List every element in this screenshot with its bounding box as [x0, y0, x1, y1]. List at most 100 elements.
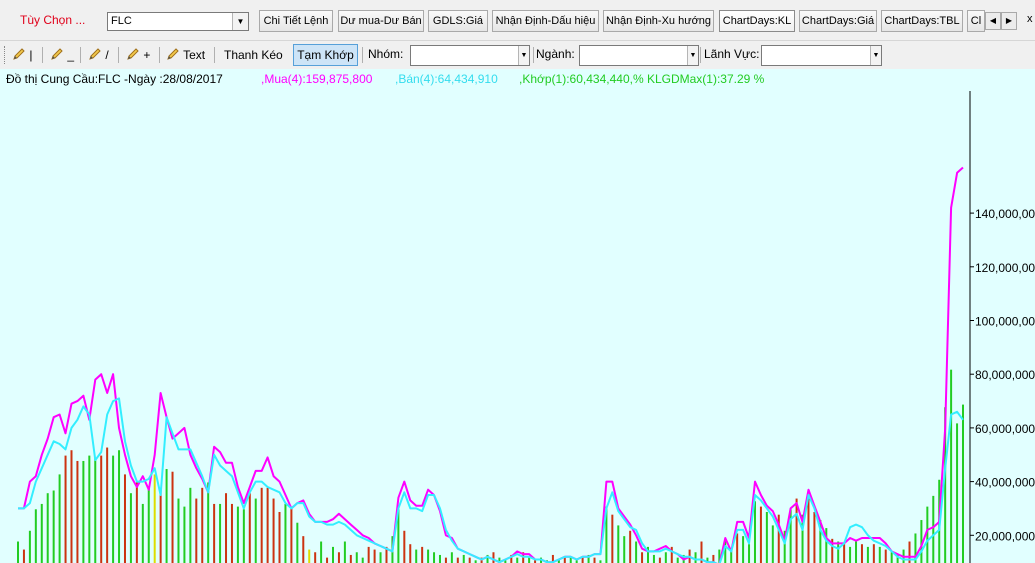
tab-0[interactable]: Chi Tiết Lệnh: [259, 10, 333, 32]
volume-bar: [177, 498, 180, 563]
tab-6[interactable]: ChartDays:Giá: [799, 10, 877, 32]
volume-bar: [64, 455, 67, 563]
sector-label: Ngành:: [536, 47, 575, 61]
tab-8[interactable]: Cl: [967, 10, 985, 32]
volume-bar: [28, 530, 31, 563]
separator: [159, 47, 160, 63]
volume-bar: [629, 530, 632, 563]
drawing-toolbar: | _ / + Text Thanh Kéo Tạm Khớp Nhóm: ▼: [0, 41, 1035, 69]
volume-bar: [652, 554, 655, 563]
chevron-down-icon[interactable]: ▼: [870, 46, 881, 65]
drag-tool[interactable]: Thanh Kéo: [224, 45, 283, 65]
volume-bar: [813, 511, 816, 563]
pause-match-button[interactable]: Tạm Khớp: [293, 44, 358, 66]
volume-bar: [403, 530, 406, 563]
tab-4[interactable]: Nhận Định-Xu hướng: [603, 10, 714, 32]
tab-2[interactable]: GDLS:Giá: [428, 10, 488, 32]
volume-bar: [355, 552, 358, 563]
volume-bar: [343, 541, 346, 563]
separator: [362, 47, 363, 63]
volume-bar: [926, 506, 929, 563]
options-menu[interactable]: Tùy Chọn ...: [20, 13, 85, 27]
volume-bar: [563, 557, 566, 563]
volume-bar: [765, 511, 768, 563]
volume-bar: [438, 554, 441, 563]
app-window: Tùy Chọn ... FLC ▼ Chi Tiết Lệnh Dư mua-D…: [0, 0, 1035, 563]
volume-bar: [670, 546, 673, 563]
volume-bar: [771, 525, 774, 563]
volume-bar: [421, 546, 424, 563]
volume-bar: [373, 549, 376, 563]
volume-bar: [884, 549, 887, 563]
volume-bar: [433, 552, 436, 563]
sector-select[interactable]: ▼: [579, 45, 699, 66]
pencil-icon: [51, 48, 63, 60]
volume-bar: [118, 450, 121, 563]
scroll-right-icon[interactable]: ▶: [1001, 12, 1017, 30]
volume-bar: [849, 546, 852, 563]
toolbar-grip-icon: [4, 46, 7, 64]
tab-3[interactable]: Nhận Định-Dấu hiệu: [492, 10, 599, 32]
symbol-combo[interactable]: FLC ▼: [107, 12, 249, 31]
volume-bar: [462, 554, 465, 563]
scroll-left-icon[interactable]: ◀: [985, 12, 1001, 30]
tab-1[interactable]: Dư mua-Dư Bán: [338, 10, 424, 32]
volume-bar: [866, 546, 869, 563]
volume-bar: [593, 557, 596, 563]
volume-bar: [207, 482, 210, 563]
y-tick-label: 40,000,000: [975, 476, 1035, 490]
pencil-icon: [89, 48, 101, 60]
volume-bar: [82, 460, 85, 563]
volume-bar: [468, 557, 471, 563]
separator: [533, 47, 534, 63]
volume-bar: [219, 503, 222, 563]
volume-bar: [94, 458, 97, 563]
volume-bar: [106, 447, 109, 563]
field-select[interactable]: ▼: [761, 45, 882, 66]
chevron-down-icon[interactable]: ▼: [518, 46, 529, 65]
group-select[interactable]: ▼: [410, 45, 530, 66]
y-tick-label: 120,000,000: [975, 261, 1035, 275]
volume-bar: [409, 544, 412, 563]
volume-bar: [492, 552, 495, 563]
volume-bar: [932, 495, 935, 563]
volume-bar: [581, 557, 584, 563]
volume-bar: [516, 557, 519, 563]
main-toolbar: Tùy Chọn ... FLC ▼ Chi Tiết Lệnh Dư mua-D…: [0, 0, 1035, 40]
volume-bar: [962, 404, 964, 563]
chart-plot: 20,000,000 40,000,000 60,000,000 80,000,000…: [17, 91, 1035, 563]
volume-bar: [694, 552, 697, 563]
volume-bar: [641, 552, 644, 563]
volume-bar: [623, 536, 626, 563]
volume-bar: [153, 474, 156, 563]
chevron-down-icon[interactable]: ▼: [232, 13, 248, 30]
chevron-down-icon[interactable]: ▼: [687, 46, 698, 65]
volume-bar: [753, 501, 756, 563]
supply-demand-chart: 20,000,000 40,000,000 60,000,000 80,000,000…: [0, 69, 1035, 563]
volume-bar: [123, 474, 126, 563]
volume-bar: [135, 482, 138, 563]
volume-bar: [742, 536, 745, 563]
volume-bar: [843, 544, 846, 563]
close-button[interactable]: x: [1027, 13, 1033, 25]
volume-bar: [171, 471, 174, 563]
volume-bar: [664, 552, 667, 563]
tab-5[interactable]: ChartDays:KL: [719, 10, 795, 32]
separator: [42, 47, 43, 63]
volume-bar: [872, 544, 875, 563]
pen-diagonal-tool[interactable]: /: [88, 45, 109, 65]
separator: [80, 47, 81, 63]
pen-cross-tool[interactable]: +: [126, 45, 150, 65]
pen-vertical-tool[interactable]: |: [12, 45, 32, 65]
volume-bar: [129, 493, 132, 563]
volume-bar: [260, 487, 263, 563]
volume-bar: [314, 552, 317, 563]
text-tool[interactable]: Text: [166, 45, 205, 65]
volume-bar: [230, 503, 233, 563]
tab-7[interactable]: ChartDays:TBL: [881, 10, 963, 32]
volume-bar: [40, 503, 43, 563]
volume-bar: [165, 469, 168, 563]
pen-horizontal-tool[interactable]: _: [50, 45, 74, 65]
volume-bar: [569, 557, 572, 563]
volume-bar: [617, 525, 620, 563]
